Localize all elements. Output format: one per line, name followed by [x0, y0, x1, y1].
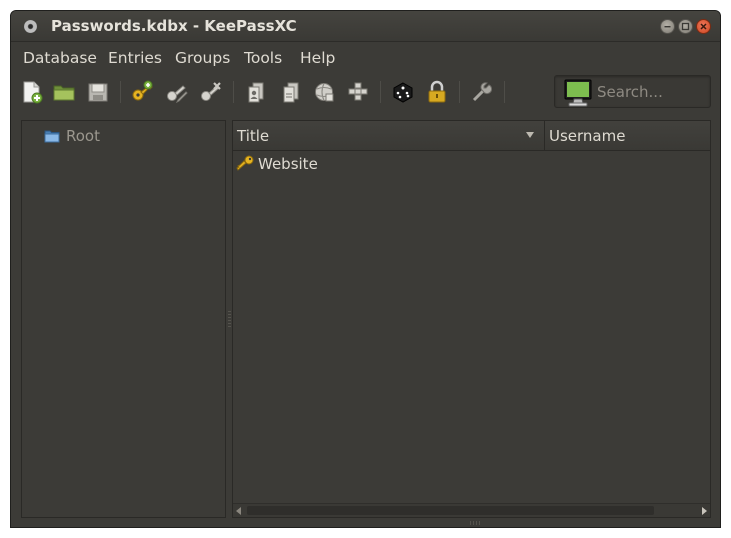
maximize-button[interactable]: [678, 19, 693, 34]
settings-button[interactable]: [468, 78, 496, 106]
monitor-icon: [564, 79, 592, 107]
menu-bar: Database Entries Groups Tools Help: [11, 43, 720, 73]
toolbar-separator: [120, 81, 121, 103]
menu-groups[interactable]: Groups: [175, 49, 230, 67]
copy-url-button[interactable]: [310, 78, 338, 106]
autotype-icon: [348, 82, 368, 101]
column-label: Username: [549, 127, 626, 145]
tree-item-label: Root: [66, 127, 100, 145]
autotype-button[interactable]: [344, 78, 372, 106]
close-button[interactable]: [696, 19, 711, 34]
splitter-handle[interactable]: [228, 311, 231, 327]
window-title: Passwords.kdbx - KeePassXC: [51, 17, 297, 35]
save-database-button[interactable]: [84, 78, 112, 106]
menu-database[interactable]: Database: [23, 49, 97, 67]
lock-database-button[interactable]: [423, 78, 451, 106]
delete-entry-button[interactable]: [197, 78, 225, 106]
app-icon[interactable]: [24, 20, 37, 33]
toolbar: [11, 73, 720, 113]
search-box[interactable]: [554, 75, 711, 108]
folder-icon: [44, 130, 60, 143]
password-generator-icon: [393, 82, 413, 103]
edit-entry-button[interactable]: [163, 78, 191, 106]
copy-password-icon: [283, 82, 299, 103]
table-header: Title Username: [233, 121, 710, 151]
menu-help[interactable]: Help: [300, 49, 335, 67]
entry-table: Title Username Website: [232, 120, 711, 518]
tree-item-root[interactable]: Root: [44, 126, 100, 146]
open-database-button[interactable]: [50, 78, 78, 106]
add-entry-icon: [132, 80, 153, 101]
add-entry-button[interactable]: [128, 78, 156, 106]
table-row[interactable]: Website: [233, 152, 710, 176]
toolbar-separator: [380, 81, 381, 103]
scroll-left-icon[interactable]: [236, 507, 241, 515]
copy-username-icon: [248, 82, 264, 103]
open-database-icon: [53, 85, 75, 101]
group-tree: Root: [21, 120, 226, 518]
title-bar[interactable]: Passwords.kdbx - KeePassXC: [11, 11, 720, 42]
resize-grip[interactable]: [470, 521, 482, 525]
lock-database-icon: [428, 80, 446, 103]
key-icon: [236, 155, 254, 171]
toolbar-separator: [459, 81, 460, 103]
toolbar-separator: [233, 81, 234, 103]
minimize-button[interactable]: [660, 19, 675, 34]
new-database-button[interactable]: [18, 78, 46, 106]
password-generator-button[interactable]: [389, 78, 417, 106]
search-input[interactable]: [597, 76, 707, 107]
entry-title: Website: [258, 155, 318, 173]
edit-entry-icon: [167, 85, 188, 104]
copy-url-icon: [315, 83, 334, 102]
delete-entry-icon: [201, 82, 221, 101]
main-window: Passwords.kdbx - KeePassXC Database Entr…: [10, 10, 721, 528]
column-label: Title: [237, 127, 270, 145]
column-header-username[interactable]: Username: [545, 121, 712, 151]
copy-password-button[interactable]: [277, 78, 305, 106]
scroll-right-icon[interactable]: [702, 507, 707, 515]
copy-username-button[interactable]: [242, 78, 270, 106]
column-header-title[interactable]: Title: [233, 121, 545, 151]
scrollbar-thumb[interactable]: [247, 506, 654, 515]
toolbar-separator: [504, 81, 505, 103]
menu-entries[interactable]: Entries: [108, 49, 162, 67]
horizontal-scrollbar[interactable]: [233, 503, 710, 517]
settings-icon: [472, 82, 493, 102]
sort-descending-icon: [526, 132, 534, 138]
menu-tools[interactable]: Tools: [244, 49, 282, 67]
new-database-icon: [23, 81, 43, 104]
save-database-icon: [88, 83, 108, 102]
